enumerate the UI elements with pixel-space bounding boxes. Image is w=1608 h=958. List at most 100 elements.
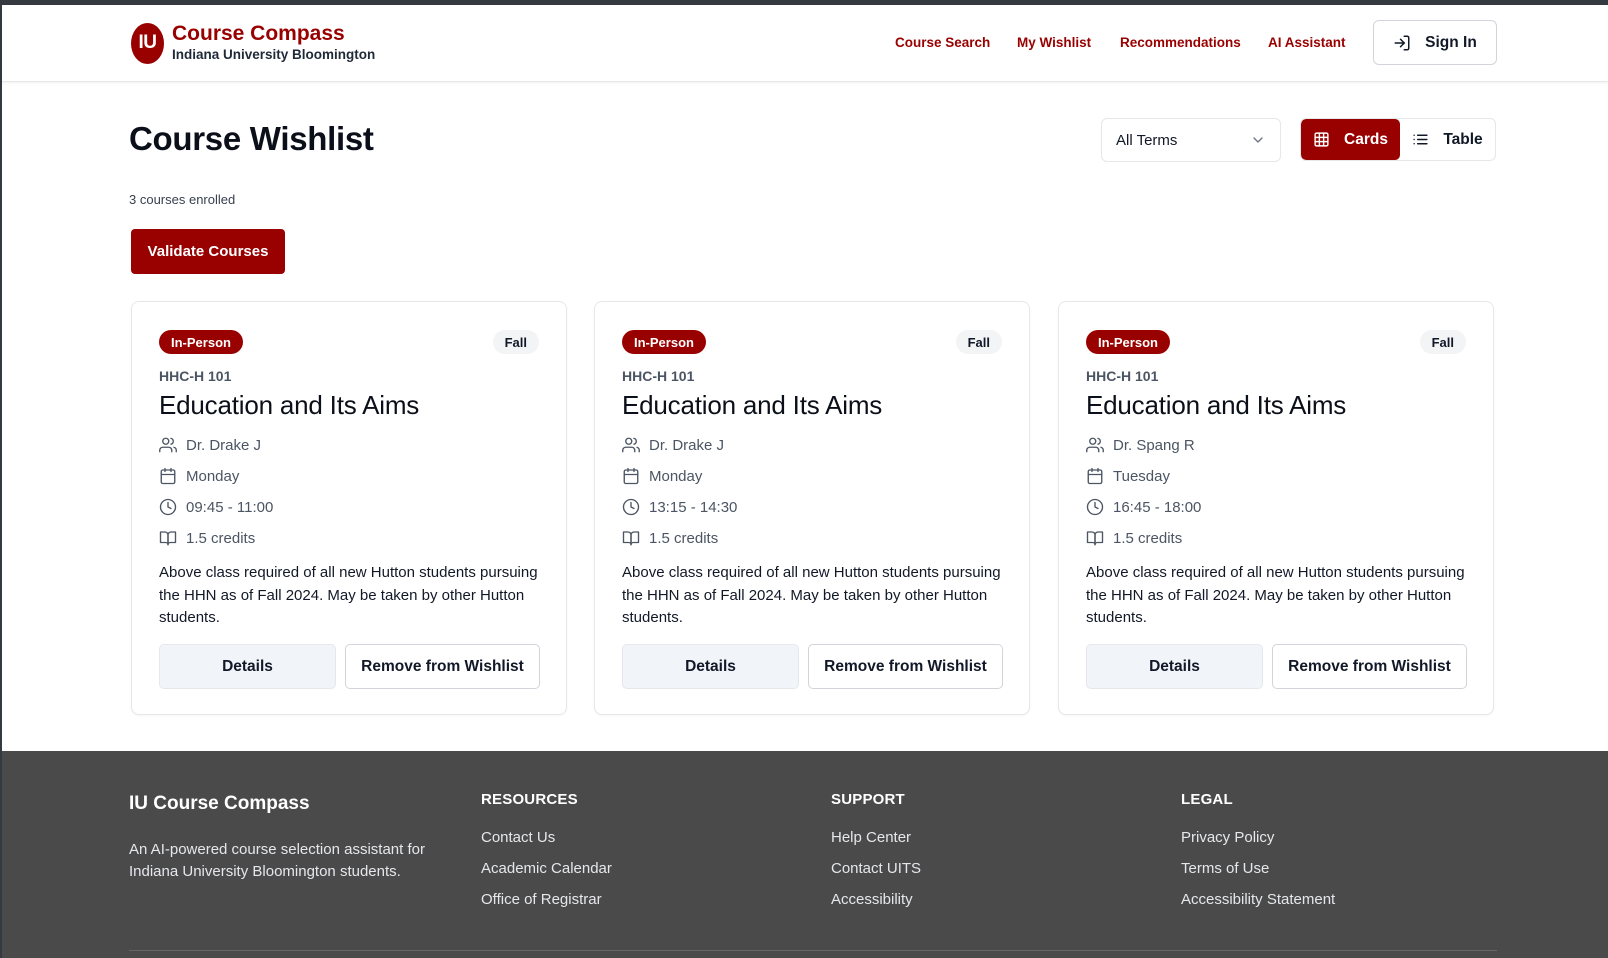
footer-heading: SUPPORT xyxy=(831,791,905,808)
course-code: HHC-H 101 xyxy=(1086,368,1159,384)
table-view-label: Table xyxy=(1443,130,1483,148)
nav-recommendations[interactable]: Recommendations xyxy=(1120,35,1241,50)
book-icon xyxy=(622,531,640,546)
calendar-icon xyxy=(1087,467,1103,485)
term-filter-value: All Terms xyxy=(1116,131,1178,149)
time-row: 16:45 - 18:00 xyxy=(1086,498,1201,516)
clock-icon xyxy=(159,498,177,516)
time-row: 09:45 - 11:00 xyxy=(159,498,273,516)
term-badge: Fall xyxy=(1419,330,1466,354)
footer-link-contact-uits[interactable]: Contact UITS xyxy=(831,859,921,890)
term-badge: Fall xyxy=(492,330,539,354)
brand-title: Course Compass xyxy=(172,22,345,45)
validate-courses-button[interactable]: Validate Courses xyxy=(131,229,285,274)
footer-link-academic-calendar[interactable]: Academic Calendar xyxy=(481,859,612,890)
footer-description: An AI-powered course selection assistant… xyxy=(129,841,425,880)
nav-course-search[interactable]: Course Search xyxy=(895,35,990,50)
footer-link-contact-us[interactable]: Contact Us xyxy=(481,828,612,859)
instructor-name: Dr. Drake J xyxy=(649,436,725,454)
term-badge: Fall xyxy=(955,330,1002,354)
footer-link-help-center[interactable]: Help Center xyxy=(831,828,921,859)
course-description: Above class required of all new Hutton s… xyxy=(159,564,538,626)
remove-from-wishlist-button[interactable]: Remove from Wishlist xyxy=(808,644,1003,689)
term-filter-select[interactable]: All Terms xyxy=(1101,118,1281,162)
day-row: Monday xyxy=(159,467,239,485)
footer-heading: RESOURCES xyxy=(481,791,578,808)
book-icon xyxy=(1086,531,1104,546)
format-badge: In-Person xyxy=(1086,330,1170,354)
footer-link-accessibility-statement[interactable]: Accessibility Statement xyxy=(1181,890,1335,921)
instructor-name: Dr. Drake J xyxy=(186,436,262,454)
brand-link[interactable]: IU Course Compass Indiana University Blo… xyxy=(131,22,375,64)
credits-row: 1.5 credits xyxy=(622,529,718,547)
course-day: Monday xyxy=(186,467,240,485)
format-badge: In-Person xyxy=(159,330,243,354)
course-time: 16:45 - 18:00 xyxy=(1113,498,1202,516)
view-toggle: Cards Table xyxy=(1300,118,1496,161)
course-time: 13:15 - 14:30 xyxy=(649,498,738,516)
page-title: Course Wishlist xyxy=(129,120,374,157)
credits-row: 1.5 credits xyxy=(159,529,255,547)
format-badge: In-Person xyxy=(622,330,706,354)
calendar-icon xyxy=(160,467,176,485)
clock-icon xyxy=(1086,498,1104,516)
course-description: Above class required of all new Hutton s… xyxy=(1086,564,1465,626)
course-code: HHC-H 101 xyxy=(159,368,232,384)
course-title: Education and Its Aims xyxy=(622,390,883,420)
chevron-down-icon xyxy=(1253,137,1263,143)
course-card: In-Person Fall HHC-H 101 Education and I… xyxy=(1058,301,1494,715)
details-button[interactable]: Details xyxy=(159,644,336,689)
users-icon xyxy=(1086,437,1104,453)
course-title: Education and Its Aims xyxy=(159,390,420,420)
course-credits: 1.5 credits xyxy=(1113,529,1183,547)
footer-link-terms-of-use[interactable]: Terms of Use xyxy=(1181,859,1335,890)
grid-icon xyxy=(1314,132,1329,147)
clock-icon xyxy=(622,498,640,516)
table-view-button[interactable]: Table xyxy=(1400,119,1495,160)
course-day: Monday xyxy=(649,467,703,485)
users-icon xyxy=(159,437,177,453)
users-icon xyxy=(622,437,640,453)
footer-col-legal: LEGAL Privacy Policy Terms of Use Access… xyxy=(1181,791,1335,921)
cards-view-button[interactable]: Cards xyxy=(1301,119,1400,160)
course-time: 09:45 - 11:00 xyxy=(186,498,274,516)
brand-text: Course Compass Indiana University Bloomi… xyxy=(172,22,375,64)
instructor-row: Dr. Drake J xyxy=(622,436,724,454)
time-row: 13:15 - 14:30 xyxy=(622,498,737,516)
course-title: Education and Its Aims xyxy=(1086,390,1347,420)
list-icon xyxy=(1413,134,1428,145)
footer-link-accessibility[interactable]: Accessibility xyxy=(831,890,921,921)
instructor-row: Dr. Drake J xyxy=(159,436,261,454)
instructor-row: Dr. Spang R xyxy=(1086,436,1195,454)
course-description: Above class required of all new Hutton s… xyxy=(622,564,1001,626)
day-row: Monday xyxy=(622,467,702,485)
site-footer: IU Course Compass An AI-powered course s… xyxy=(2,751,1608,958)
footer-link-office-of-registrar[interactable]: Office of Registrar xyxy=(481,890,612,921)
brand-subtitle: Indiana University Bloomington xyxy=(172,47,376,62)
course-credits: 1.5 credits xyxy=(649,529,719,547)
details-button[interactable]: Details xyxy=(1086,644,1263,689)
footer-brand: IU Course Compass xyxy=(129,793,310,814)
course-card: In-Person Fall HHC-H 101 Education and I… xyxy=(131,301,567,715)
sign-in-icon xyxy=(1394,35,1410,50)
instructor-name: Dr. Spang R xyxy=(1113,436,1195,454)
course-day: Tuesday xyxy=(1113,467,1170,485)
cards-view-label: Cards xyxy=(1344,130,1388,148)
course-code: HHC-H 101 xyxy=(622,368,695,384)
book-icon xyxy=(159,531,177,546)
site-header: IU Course Compass Indiana University Blo… xyxy=(2,5,1608,82)
day-row: Tuesday xyxy=(1086,467,1170,485)
footer-col-resources: RESOURCES Contact Us Academic Calendar O… xyxy=(481,791,612,921)
remove-from-wishlist-button[interactable]: Remove from Wishlist xyxy=(345,644,540,689)
footer-col-support: SUPPORT Help Center Contact UITS Accessi… xyxy=(831,791,921,921)
details-button[interactable]: Details xyxy=(622,644,799,689)
course-card: In-Person Fall HHC-H 101 Education and I… xyxy=(594,301,1030,715)
remove-from-wishlist-button[interactable]: Remove from Wishlist xyxy=(1272,644,1467,689)
sign-in-button[interactable]: Sign In xyxy=(1373,20,1497,65)
nav-ai-assistant[interactable]: AI Assistant xyxy=(1268,35,1346,50)
course-count: 3 courses enrolled xyxy=(129,192,236,207)
footer-heading: LEGAL xyxy=(1181,791,1233,808)
sign-in-label: Sign In xyxy=(1425,33,1477,51)
nav-my-wishlist[interactable]: My Wishlist xyxy=(1017,35,1091,50)
footer-link-privacy-policy[interactable]: Privacy Policy xyxy=(1181,828,1335,859)
